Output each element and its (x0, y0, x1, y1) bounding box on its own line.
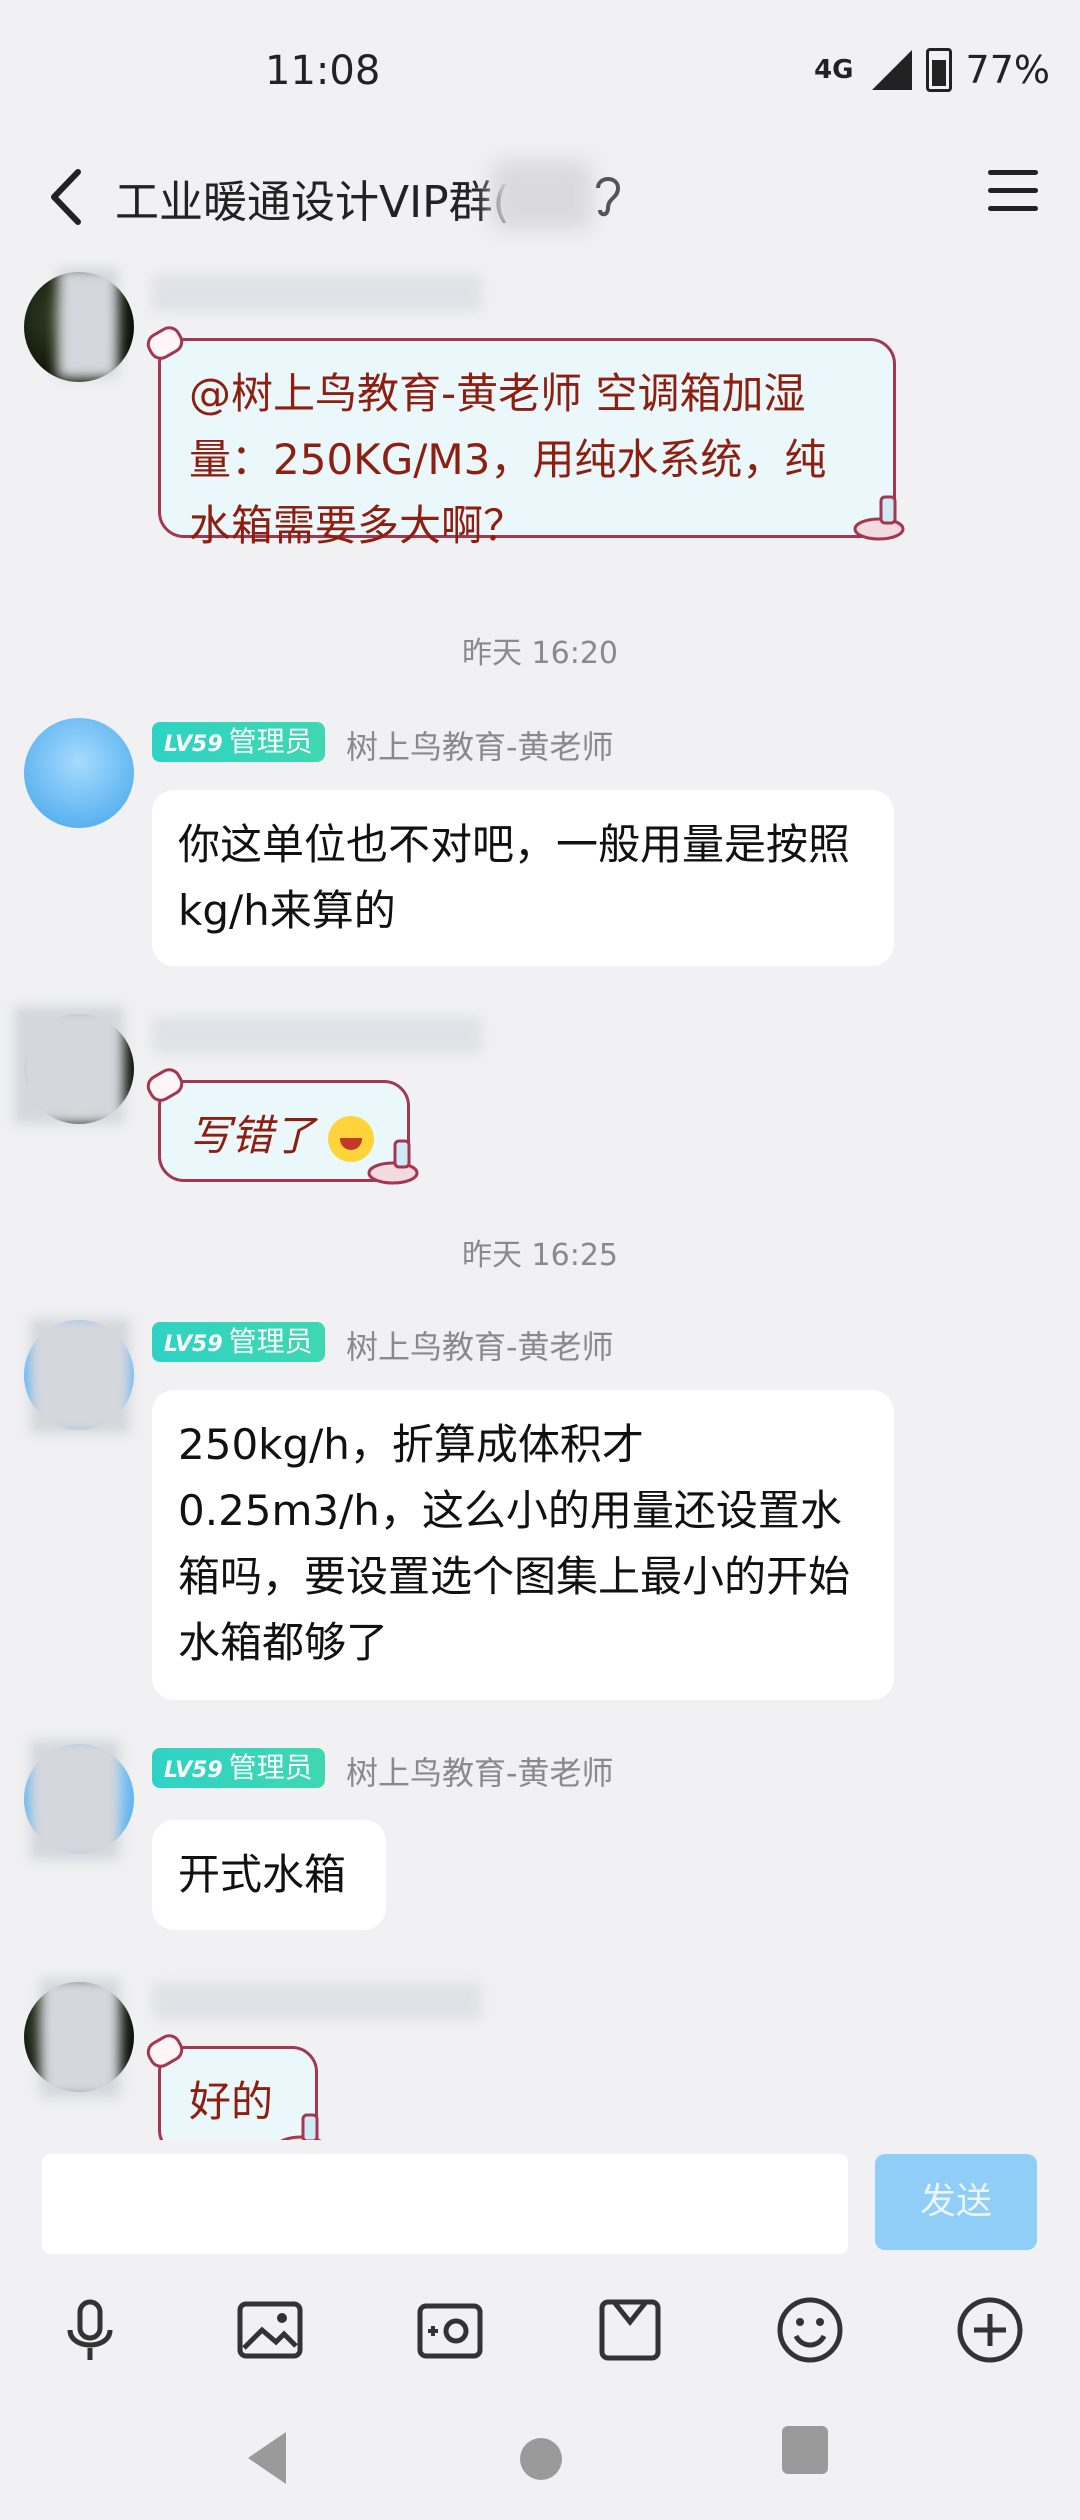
title-redaction (492, 160, 592, 230)
sender-name: 树上鸟教育-黄老师 (346, 728, 614, 766)
input-bar: 发送 (0, 2140, 1080, 2280)
avatar-pixelation (30, 1318, 130, 1434)
avatar-pixelation (58, 268, 118, 378)
chat-header: 工业暖通设计VIP群( (0, 140, 1080, 260)
level-label: LV59 (164, 1758, 223, 1783)
level-badge: LV59 管理员 (152, 1322, 325, 1362)
level-badge: LV59 管理员 (152, 1748, 325, 1788)
message-bubble: @树上鸟教育-黄老师 空调箱加湿量：250KG/M3，用纯水系统，纯水箱需要多大… (158, 338, 905, 550)
sender-name: 树上鸟教育-黄老师 (346, 1754, 614, 1792)
cup-decoration-icon (853, 495, 905, 541)
menu-icon[interactable] (988, 170, 1038, 218)
system-nav-bar (0, 2400, 1080, 2520)
plus-icon[interactable] (952, 2292, 1028, 2368)
network-label: 4G (814, 55, 854, 85)
timestamp: 昨天 16:25 (462, 1238, 618, 1273)
message-text: 250kg/h，折算成体积才0.25m3/h，这么小的用量还设置水箱吗，要设置选… (178, 1420, 851, 1667)
message-bubble: 开式水箱 (152, 1820, 386, 1930)
send-button[interactable]: 发送 (875, 2154, 1037, 2250)
message-text: 你这单位也不对吧，一般用量是按照kg/h来算的 (178, 820, 851, 935)
nav-recents-icon[interactable] (782, 2426, 828, 2474)
sender-name-redaction (152, 1982, 482, 2020)
cup-decoration-icon (280, 2113, 322, 2140)
level-badge: LV59 管理员 (152, 722, 325, 762)
battery-percent: 77% (965, 48, 1050, 92)
avatar-pixelation (30, 1740, 120, 1860)
message-text: 好的 (189, 2077, 274, 2126)
back-arrow-icon[interactable] (40, 162, 100, 232)
emoji-icon[interactable] (772, 2292, 848, 2368)
message-input[interactable] (42, 2154, 848, 2254)
role-label: 管理员 (228, 1751, 313, 1784)
message-bubble: 写错了 (158, 1080, 419, 1185)
role-label: 管理员 (228, 725, 313, 758)
message-text: 写错了 (189, 1111, 316, 1160)
level-label: LV59 (164, 1332, 223, 1357)
chat-area[interactable]: @树上鸟教育-黄老师 空调箱加湿量：250KG/M3，用纯水系统，纯水箱需要多大… (0, 260, 1080, 2140)
battery-icon (925, 48, 952, 92)
message-bubble: 250kg/h，折算成体积才0.25m3/h，这么小的用量还设置水箱吗，要设置选… (152, 1390, 894, 1700)
group-title: 工业暖通设计VIP群( (115, 177, 510, 228)
nav-back-icon[interactable] (248, 2432, 286, 2484)
nav-home-icon[interactable] (520, 2438, 562, 2480)
sender-name-redaction (152, 1016, 482, 1054)
status-time: 11:08 (265, 48, 381, 94)
cup-decoration-icon (367, 1139, 419, 1185)
sender-name: 树上鸟教育-黄老师 (346, 1328, 614, 1366)
timestamp: 昨天 16:20 (462, 636, 618, 671)
status-bar: 11:08 4G 77% (0, 0, 1080, 140)
signal-icon (868, 50, 912, 90)
ear-icon (596, 177, 621, 217)
message-text: @树上鸟教育-黄老师 空调箱加湿量：250KG/M3，用纯水系统，纯水箱需要多大… (189, 369, 827, 550)
mail-icon[interactable] (592, 2292, 668, 2368)
avatar[interactable] (24, 718, 134, 828)
message-text: 开式水箱 (178, 1850, 347, 1899)
mic-icon[interactable] (52, 2292, 128, 2368)
role-label: 管理员 (228, 1325, 313, 1358)
camera-icon[interactable] (412, 2292, 488, 2368)
avatar-pixelation (14, 1006, 124, 1124)
avatar-pixelation (40, 1978, 120, 2098)
status-icons: 4G 77% (814, 48, 1050, 92)
message-bubble: 好的 (158, 2046, 322, 2140)
level-label: LV59 (164, 732, 223, 757)
sender-name-redaction (152, 274, 482, 312)
message-bubble: 你这单位也不对吧，一般用量是按照kg/h来算的 (152, 790, 894, 966)
image-icon[interactable] (232, 2292, 308, 2368)
input-toolbar (0, 2280, 1080, 2380)
